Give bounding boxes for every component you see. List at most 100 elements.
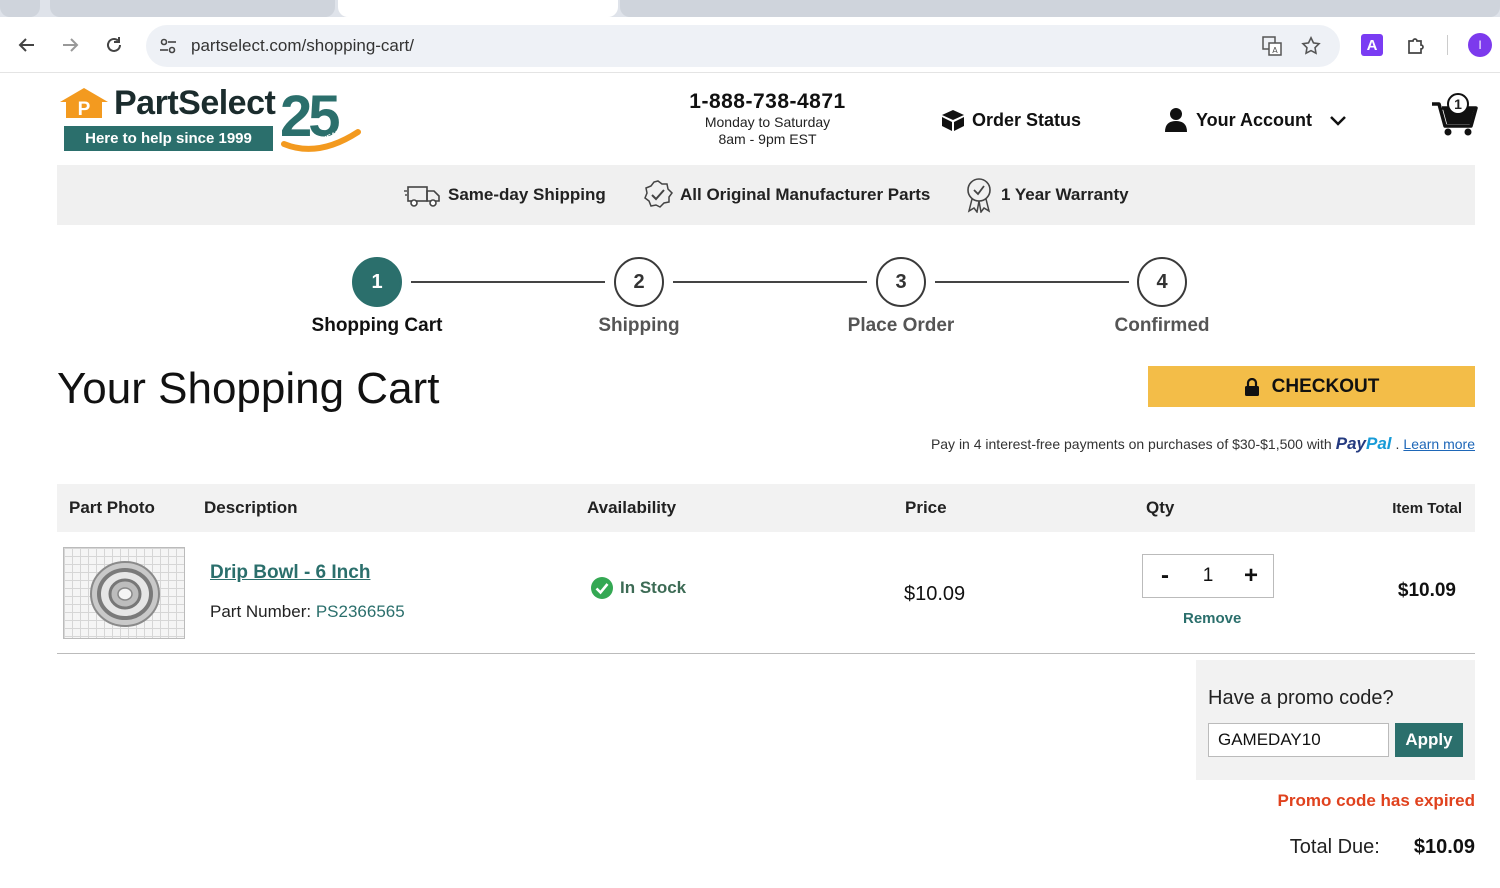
ribbon-icon	[967, 178, 991, 213]
checkout-progress: 1 Shopping Cart 2 Shipping 3 Place Order…	[0, 250, 1500, 340]
translate-icon[interactable]: A	[1260, 34, 1284, 58]
step-label: Shopping Cart	[311, 315, 443, 336]
promo-status-message: Promo code has expired	[1277, 791, 1475, 810]
column-header: Part Photo	[69, 498, 155, 517]
back-icon[interactable]	[11, 29, 43, 61]
browser-toolbar: partselect.com/shopping-cart/ A A I	[0, 17, 1500, 73]
paypal-logo: PayPal	[1336, 434, 1392, 454]
step-label: Confirmed	[1114, 315, 1210, 336]
benefit-label: Same-day Shipping	[448, 185, 606, 204]
benefit-label: 1 Year Warranty	[1001, 185, 1129, 204]
column-header: Price	[905, 498, 947, 517]
step-label: Place Order	[847, 315, 955, 336]
availability-label: In Stock	[620, 578, 687, 597]
anniversary-25-logo: 25 YEARS	[280, 84, 361, 152]
browser-tab[interactable]	[0, 0, 40, 17]
extensions-puzzle-icon[interactable]	[1405, 34, 1427, 56]
promo-question: Have a promo code?	[1208, 687, 1394, 709]
benefits-bar: Same-day Shipping All Original Manufactu…	[57, 165, 1475, 225]
availability: In Stock	[590, 576, 686, 600]
step-shipping: 2 Shipping	[559, 257, 719, 337]
apply-promo-button[interactable]: Apply	[1395, 723, 1463, 757]
total-due: Total Due: $10.09	[1290, 836, 1475, 859]
remove-item-link[interactable]: Remove	[1183, 610, 1241, 627]
checkout-label: CHECKOUT	[1271, 375, 1380, 397]
site-settings-icon[interactable]	[158, 36, 178, 56]
check-circle-icon	[591, 577, 613, 599]
total-due-amount: $10.09	[1413, 836, 1475, 858]
browser-tab[interactable]	[620, 0, 1500, 17]
extension-icon[interactable]: A	[1361, 34, 1383, 56]
benefit-original-parts: All Original Manufacturer Parts	[642, 178, 930, 212]
badge-check-icon	[644, 180, 673, 208]
step-place-order: 3 Place Order	[821, 257, 981, 337]
logo-badge-letter: P	[78, 99, 91, 120]
brand-tagline: Here to help since 1999	[64, 126, 273, 151]
profile-avatar[interactable]: I	[1468, 33, 1492, 57]
cart-table-header: Part Photo Description Availability Pric…	[57, 484, 1475, 532]
account-label: Your Account	[1196, 109, 1312, 130]
step-shopping-cart: 1 Shopping Cart	[297, 257, 457, 337]
support-phone: 1-888-738-4871 Monday to Saturday 8am - …	[660, 90, 875, 148]
checkout-button[interactable]: CHECKOUT	[1148, 366, 1475, 407]
column-header: Availability	[587, 498, 677, 517]
paypal-text: Pay in 4 interest-free payments on purch…	[930, 436, 1332, 452]
promo-code-input[interactable]	[1208, 723, 1389, 757]
truck-icon	[404, 186, 440, 207]
benefit-warranty: 1 Year Warranty	[963, 178, 1129, 213]
hours-line-2: 8am - 9pm EST	[718, 131, 817, 147]
browser-tab-active[interactable]	[338, 0, 618, 17]
qty-input[interactable]	[1183, 565, 1233, 587]
promo-code-panel: Have a promo code? Apply	[1196, 660, 1475, 780]
benefit-label: All Original Manufacturer Parts	[680, 185, 931, 204]
page-title: Your Shopping Cart	[57, 364, 440, 413]
learn-more-link[interactable]: Learn more	[1403, 436, 1475, 452]
partselect-logo[interactable]: P PartSelect Here to help since 1999 25 …	[58, 84, 363, 156]
step-number: 3	[876, 257, 926, 307]
hours-line-1: Monday to Saturday	[704, 114, 831, 130]
item-total: $10.09	[1397, 580, 1456, 601]
step-number: 2	[614, 257, 664, 307]
order-status-link[interactable]: Order Status	[940, 108, 1081, 132]
column-header: Qty	[1146, 498, 1175, 517]
unit-price: $10.09	[904, 583, 966, 605]
browser-tab-strip	[0, 0, 1500, 17]
order-status-label: Order Status	[972, 109, 1082, 130]
step-number: 1	[352, 257, 402, 307]
step-label: Shipping	[598, 315, 680, 336]
bookmark-star-icon[interactable]	[1299, 34, 1323, 58]
toolbar-divider	[1447, 35, 1448, 55]
phone-number[interactable]: 1-888-738-4871	[660, 90, 875, 114]
part-number-value: PS2366565	[315, 602, 405, 621]
column-header: Description	[204, 498, 298, 517]
user-icon	[1165, 108, 1187, 132]
account-menu[interactable]: Your Account	[1164, 106, 1348, 134]
part-name-link[interactable]: Drip Bowl - 6 Inch	[210, 562, 370, 584]
chevron-down-icon	[1330, 116, 1346, 126]
total-due-label: Total Due:	[1289, 836, 1380, 858]
part-number: Part Number: PS2366565	[210, 602, 405, 622]
quantity-stepper: - +	[1142, 554, 1274, 598]
svg-text:A: A	[1272, 46, 1278, 55]
cart-count-badge: 1	[1447, 93, 1469, 115]
step-number: 4	[1137, 257, 1187, 307]
house-logo-icon: P	[60, 88, 108, 120]
cart-item-row: Drip Bowl - 6 Inch Part Number: PS236656…	[57, 532, 1475, 654]
column-header: Item Total	[1392, 500, 1462, 517]
qty-decrease-button[interactable]: -	[1155, 562, 1175, 590]
address-bar[interactable]: partselect.com/shopping-cart/ A	[146, 25, 1340, 67]
qty-increase-button[interactable]: +	[1241, 562, 1261, 590]
box-icon	[942, 110, 964, 131]
reload-icon[interactable]	[98, 29, 130, 61]
paypal-logo-pay: Pay	[1335, 434, 1366, 453]
brand-name: PartSelect	[114, 84, 276, 122]
part-photo[interactable]	[63, 547, 185, 639]
browser-tab[interactable]	[50, 0, 335, 17]
drip-bowl-image	[90, 561, 160, 627]
lock-icon	[1244, 377, 1259, 396]
benefit-same-day-shipping: Same-day Shipping	[404, 178, 606, 212]
paypal-promo: Pay in 4 interest-free payments on purch…	[930, 434, 1475, 454]
forward-icon[interactable]	[54, 29, 86, 61]
part-number-label: Part Number:	[210, 602, 312, 621]
url-text[interactable]: partselect.com/shopping-cart/	[191, 36, 414, 56]
